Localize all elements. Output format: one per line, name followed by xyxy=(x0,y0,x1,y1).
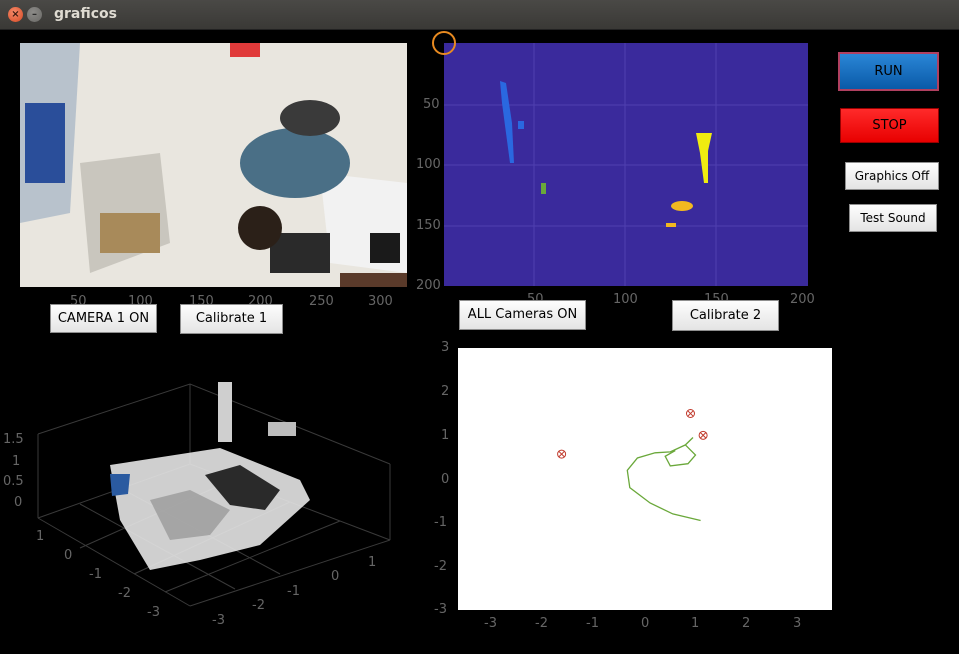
trajectory-plot-area xyxy=(458,348,832,610)
test-sound-button[interactable]: Test Sound xyxy=(849,204,937,232)
calibrate1-button[interactable]: Calibrate 1 xyxy=(180,304,283,334)
trajectory-y-tick: 2 xyxy=(441,384,450,399)
pointcloud-z-tick: 1.5 xyxy=(3,432,24,447)
trajectory-x-tick: 2 xyxy=(742,616,751,631)
pointcloud-x-tick: -1 xyxy=(89,567,102,582)
cursor-indicator-icon xyxy=(432,31,456,55)
pointcloud-y-tick: 1 xyxy=(368,555,377,570)
close-icon[interactable]: × xyxy=(8,7,23,22)
segmentation-y-tick: 50 xyxy=(423,97,440,112)
trajectory-x-tick: -2 xyxy=(535,616,548,631)
segmentation-x-tick: 200 xyxy=(790,292,815,307)
trajectory-y-tick: -3 xyxy=(434,602,447,617)
pointcloud-x-tick: 1 xyxy=(36,529,45,544)
camera-image xyxy=(20,43,407,287)
camera-image-panel xyxy=(20,43,407,287)
calibrate2-button[interactable]: Calibrate 2 xyxy=(672,300,779,331)
trajectory-y-tick: 1 xyxy=(441,428,450,443)
pointcloud-x-tick: -2 xyxy=(118,586,131,601)
pointcloud-y-tick: 0 xyxy=(331,569,340,584)
pointcloud-y-tick: -2 xyxy=(252,598,265,613)
trajectory-y-tick: 0 xyxy=(441,472,450,487)
camera1-on-button[interactable]: CAMERA 1 ON xyxy=(50,304,157,333)
segmentation-image xyxy=(444,43,808,286)
trajectory-y-tick: 3 xyxy=(441,340,450,355)
segmentation-y-tick: 150 xyxy=(416,218,441,233)
window-title: graficos xyxy=(54,6,117,22)
camera-x-tick: 300 xyxy=(368,294,393,309)
pointcloud-x-tick: -3 xyxy=(147,605,160,620)
trajectory-x-tick: 1 xyxy=(691,616,700,631)
trajectory-x-tick: -1 xyxy=(586,616,599,631)
pointcloud-z-tick: 0 xyxy=(14,495,23,510)
pointcloud-z-tick: 0.5 xyxy=(3,474,24,489)
graphics-off-button[interactable]: Graphics Off xyxy=(845,162,939,190)
all-cameras-on-button[interactable]: ALL Cameras ON xyxy=(459,300,586,330)
trajectory-y-tick: -2 xyxy=(434,559,447,574)
camera-x-tick: 250 xyxy=(309,294,334,309)
segmentation-y-tick: 200 xyxy=(416,278,441,293)
trajectory-y-tick: -1 xyxy=(434,515,447,530)
pointcloud-3d-plot xyxy=(0,370,410,650)
pointcloud-z-tick: 1 xyxy=(12,454,21,469)
pointcloud-x-tick: 0 xyxy=(64,548,73,563)
pointcloud-axes xyxy=(37,382,391,607)
pointcloud-y-tick: -3 xyxy=(212,613,225,628)
segmentation-plot xyxy=(444,43,808,286)
pointcloud-y-tick: -1 xyxy=(287,584,300,599)
segmentation-x-tick: 100 xyxy=(613,292,638,307)
minimize-icon[interactable]: – xyxy=(27,7,42,22)
run-button[interactable]: RUN xyxy=(838,52,939,91)
window-titlebar: × – graficos xyxy=(0,0,959,30)
trajectory-x-tick: 3 xyxy=(793,616,802,631)
segmentation-y-tick: 100 xyxy=(416,157,441,172)
trajectory-x-tick: -3 xyxy=(484,616,497,631)
trajectory-x-tick: 0 xyxy=(641,616,650,631)
trajectory-plot xyxy=(458,348,832,610)
stop-button[interactable]: STOP xyxy=(840,108,939,143)
